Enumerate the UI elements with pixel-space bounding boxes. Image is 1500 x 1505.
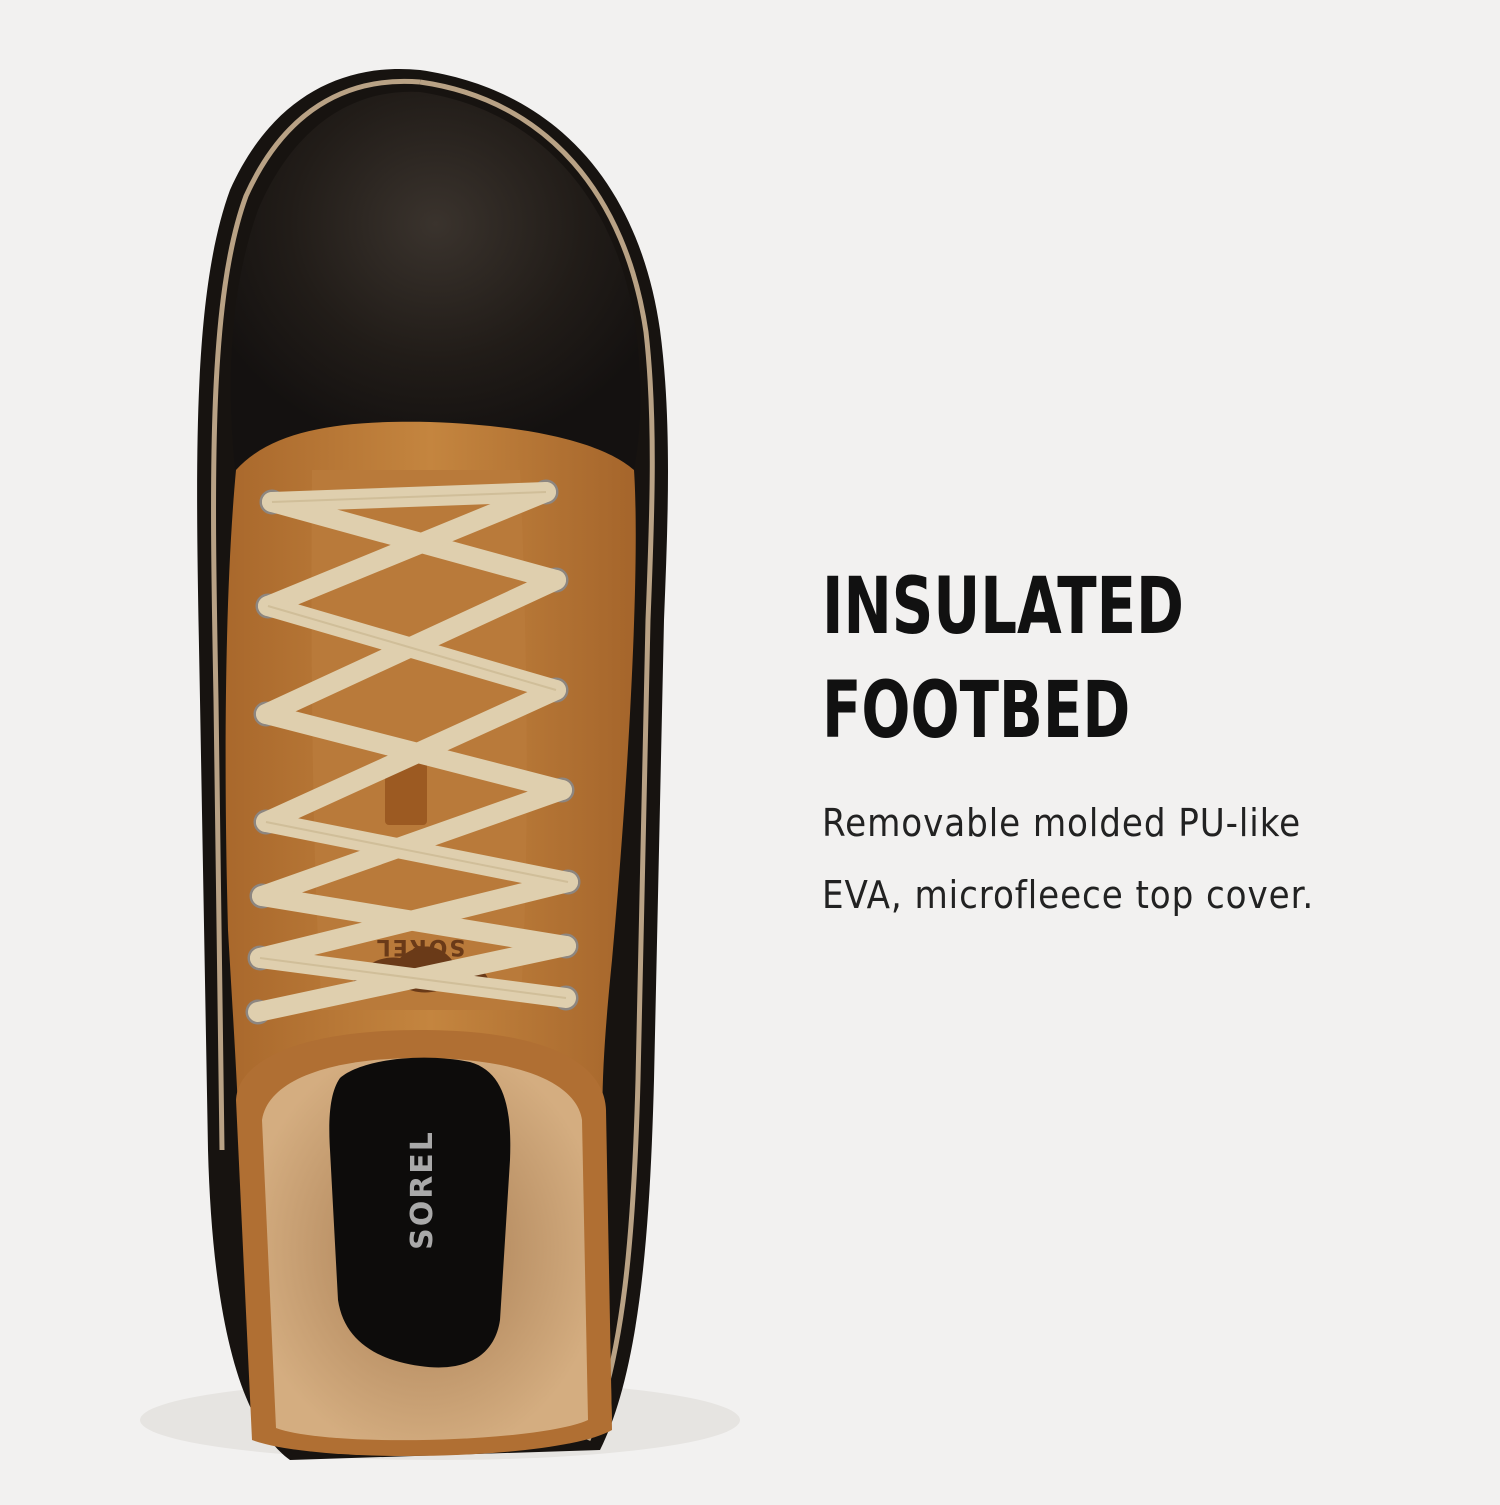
- description-line-2: EVA, microfleece top cover.: [822, 873, 1315, 917]
- product-feature-image: SOREL SOREL INSULATED FOOTBED Removable …: [0, 0, 1500, 1500]
- boot-illustration: SOREL SOREL: [140, 68, 740, 1460]
- feature-copy: INSULATED FOOTBED Removable molded PU-li…: [822, 555, 1462, 931]
- tongue-brand-label: SOREL: [375, 934, 466, 959]
- description-line-1: Removable molded PU-like: [822, 801, 1302, 845]
- description: Removable molded PU-like EVA, microfleec…: [822, 787, 1462, 931]
- insole-brand-label: SOREL: [405, 1130, 440, 1250]
- boot-photo: SOREL SOREL: [0, 0, 760, 1500]
- headline-line-2: FOOTBED: [822, 666, 1131, 756]
- headline-line-1: INSULATED: [822, 562, 1184, 652]
